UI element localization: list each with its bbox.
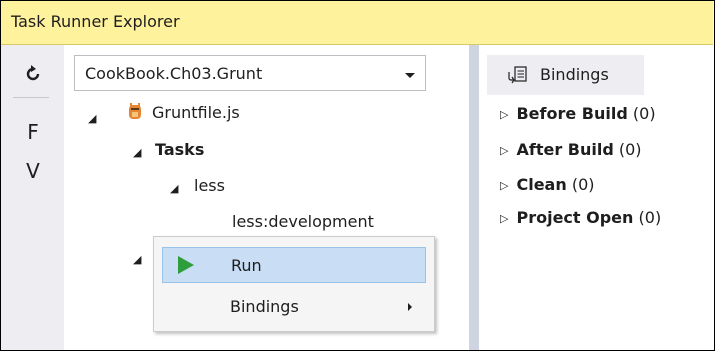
binding-name: Clean [516,175,567,194]
left-toolbar: F V [1,45,64,350]
tree-node-less-development[interactable]: less:development [232,212,374,231]
binding-name: Before Build [516,104,628,123]
context-menu: Run Bindings [153,236,435,332]
binding-after-build[interactable]: ▷ After Build (0) [500,140,642,159]
toolbar-v-button[interactable]: V [19,156,47,186]
refresh-button[interactable] [19,59,47,89]
bindings-icon [508,66,527,84]
window-title: Task Runner Explorer [11,12,180,31]
expanded-triangle-icon[interactable]: ◢ [170,182,178,195]
binding-project-open[interactable]: ▷ Project Open (0) [500,208,661,227]
collapsed-triangle-icon: ▷ [500,108,509,121]
menu-item-bindings-label: Bindings [230,297,299,316]
toolbar-separator [13,97,49,98]
tree-node-tasks[interactable]: Tasks [155,140,204,159]
collapsed-triangle-icon: ▷ [500,179,509,192]
tab-bindings-label: Bindings [540,65,609,84]
expanded-triangle-icon[interactable]: ◢ [133,146,141,159]
menu-item-bindings[interactable]: Bindings [162,289,426,325]
collapsed-triangle-icon: ▷ [500,144,509,157]
binding-name: Project Open [516,208,634,227]
collapsed-triangle-icon: ▷ [500,212,509,225]
expanded-triangle-icon[interactable]: ◢ [133,253,141,266]
binding-count: (0) [638,208,662,227]
binding-count: (0) [618,140,642,159]
grunt-icon [129,103,141,119]
expanded-triangle-icon[interactable]: ◢ [88,112,96,125]
menu-item-run-label: Run [231,256,262,275]
toolbar-f-button[interactable]: F [19,117,47,147]
pane-splitter[interactable] [469,45,479,350]
chevron-down-icon [405,73,415,78]
binding-before-build[interactable]: ▷ Before Build (0) [500,104,656,123]
tree-node-less[interactable]: less [194,176,225,195]
run-icon [178,256,194,274]
menu-item-run[interactable]: Run [162,247,426,283]
tree-node-gruntfile[interactable]: Gruntfile.js [152,103,240,122]
binding-count: (0) [632,104,656,123]
project-dropdown-value: CookBook.Ch03.Grunt [85,64,263,83]
binding-name: After Build [516,140,614,159]
refresh-icon [26,65,40,81]
title-bar: Task Runner Explorer [1,1,713,45]
binding-clean[interactable]: ▷ Clean (0) [500,175,595,194]
project-dropdown[interactable]: CookBook.Ch03.Grunt [74,55,426,91]
submenu-arrow-icon [408,303,412,311]
binding-count: (0) [571,175,595,194]
